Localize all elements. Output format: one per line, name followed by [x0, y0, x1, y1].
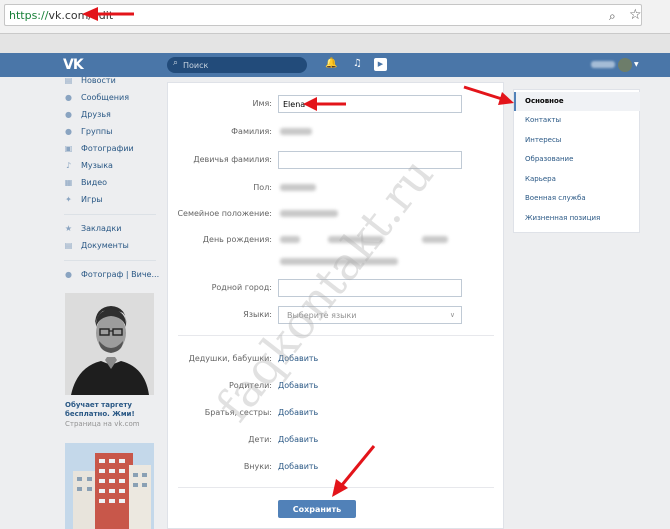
avatar [618, 58, 632, 72]
magnifier-icon[interactable]: ⌕ [609, 9, 616, 24]
search-input[interactable] [183, 59, 301, 71]
sex-select-blurred[interactable] [280, 184, 316, 191]
form-row-grandparents: Дедушки, бабушки: Добавить [168, 350, 505, 370]
add-parents-link[interactable]: Добавить [278, 381, 318, 390]
form-row-family: Семейное положение: [168, 205, 505, 225]
menu-item-friends[interactable]: ● Друзья [60, 106, 160, 122]
red-arrow-main-tab [463, 85, 514, 105]
add-children-link[interactable]: Добавить [278, 435, 318, 444]
form-row-surname: Фамилия: [168, 123, 505, 143]
red-arrow-url [82, 7, 134, 21]
form-row-maiden: Девичья фамилия: [168, 151, 505, 171]
star-icon[interactable]: ☆ [629, 7, 642, 23]
music-icon[interactable]: ♫ [353, 58, 362, 69]
form-row-siblings: Братья, сестры: Добавить [168, 404, 505, 424]
birthday-visibility-blurred[interactable] [280, 258, 398, 265]
music-icon: ♪ [65, 161, 72, 170]
promo-title[interactable]: Обучает таргету бесплатно. Жми! [65, 401, 155, 419]
document-icon: ▤ [64, 241, 73, 250]
group-icon: ● [65, 127, 72, 136]
grandparents-label: Дедушки, бабушки: [188, 354, 272, 363]
languages-label: Языки: [243, 310, 272, 319]
nav-item-contacts[interactable]: Контакты [514, 111, 640, 130]
add-siblings-link[interactable]: Добавить [278, 408, 318, 417]
user-icon: ● [65, 110, 72, 119]
sex-label: Пол: [253, 183, 272, 192]
add-grandchildren-link[interactable]: Добавить [278, 462, 318, 471]
red-arrow-name [303, 97, 346, 111]
chevron-down-icon: ▼ [634, 61, 639, 68]
siblings-label: Братья, сестры: [204, 408, 272, 417]
message-icon: ● [65, 93, 72, 102]
languages-select[interactable]: Выберите языки ∨ [278, 306, 462, 324]
menu-item-messages[interactable]: ● Сообщения [60, 89, 160, 105]
settings-nav: Основное Контакты Интересы Образование К… [513, 89, 640, 233]
game-icon: ✦ [65, 195, 72, 204]
birthday-day-blurred[interactable] [280, 236, 300, 243]
promo-building-image[interactable] [65, 443, 154, 529]
nav-item-career[interactable]: Карьера [514, 170, 640, 189]
man-portrait-image [65, 293, 154, 395]
search-icon: ⌕ [173, 58, 179, 68]
user-name-blurred [591, 61, 615, 68]
form-row-birthday-visibility [168, 253, 505, 273]
menu-item-news[interactable]: ▤ Новости [60, 72, 160, 88]
menu-divider [64, 214, 156, 215]
menu-item-video[interactable]: ▦ Видео [60, 174, 160, 190]
user-menu[interactable]: ▼ [591, 58, 639, 72]
birthday-label: День рождения: [202, 235, 272, 244]
parents-label: Родители: [228, 381, 272, 390]
menu-item-photos[interactable]: ▣ Фотографии [60, 140, 160, 156]
search-box[interactable]: ⌕ [167, 57, 307, 73]
maiden-name-field[interactable] [278, 151, 462, 169]
hometown-label: Родной город: [211, 283, 272, 292]
form-row-hometown: Родной город: [168, 279, 505, 299]
menu-item-groups[interactable]: ● Группы [60, 123, 160, 139]
name-label: Имя: [252, 99, 272, 108]
birthday-month-blurred[interactable] [328, 236, 384, 243]
family-status-blurred[interactable] [280, 210, 338, 217]
add-grandparents-link[interactable]: Добавить [278, 354, 318, 363]
menu-divider [64, 260, 156, 261]
group-icon: ● [65, 270, 72, 279]
family-status-label: Семейное положение: [177, 209, 272, 218]
red-arrow-save [332, 445, 376, 497]
form-row-parents: Родители: Добавить [168, 377, 505, 397]
menu-item-games[interactable]: ✦ Игры [60, 191, 160, 207]
birthday-year-blurred[interactable] [422, 236, 448, 243]
section-divider [178, 335, 494, 336]
camera-icon: ▣ [64, 144, 73, 153]
hometown-field[interactable] [278, 279, 462, 297]
nav-item-interests[interactable]: Интересы [514, 131, 640, 150]
nav-item-education[interactable]: Образование [514, 150, 640, 169]
nav-item-military[interactable]: Военная служба [514, 189, 640, 208]
save-button[interactable]: Сохранить [278, 500, 356, 518]
nav-item-main[interactable]: Основное [514, 92, 640, 111]
form-row-languages: Языки: Выберите языки ∨ [168, 306, 505, 326]
form-row-sex: Пол: [168, 179, 505, 199]
surname-label: Фамилия: [231, 127, 272, 136]
building-image [65, 443, 154, 529]
play-icon[interactable]: ▶ [374, 58, 387, 71]
promo-photo-man[interactable] [65, 293, 154, 395]
film-icon: ▦ [64, 178, 73, 187]
chevron-down-icon: ∨ [449, 311, 455, 319]
maiden-name-label: Девичья фамилия: [193, 155, 272, 164]
newspaper-icon: ▤ [64, 76, 73, 85]
menu-item-bookmarks[interactable]: ★ Закладки [60, 220, 160, 236]
grandchildren-label: Внуки: [243, 462, 272, 471]
vk-logo[interactable]: VK [63, 57, 84, 73]
children-label: Дети: [248, 435, 272, 444]
nav-item-life-position[interactable]: Жизненная позиция [514, 209, 640, 228]
star-icon: ★ [64, 224, 73, 233]
promo-subtitle: Страница на vk.com [65, 420, 140, 428]
surname-value-blurred[interactable] [280, 128, 312, 135]
menu-item-community[interactable]: ● Фотограф | Виче... [60, 266, 160, 282]
bell-icon[interactable]: 🔔 [325, 58, 337, 69]
menu-item-documents[interactable]: ▤ Документы [60, 237, 160, 253]
form-row-birthday: День рождения: [168, 231, 505, 251]
browser-gap [0, 34, 670, 53]
menu-item-music[interactable]: ♪ Музыка [60, 157, 160, 173]
